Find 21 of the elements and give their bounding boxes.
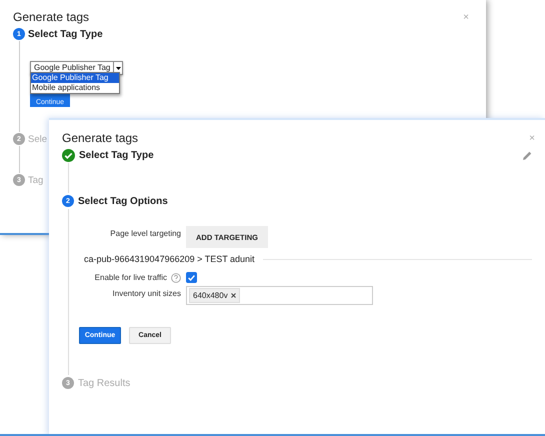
checkbox[interactable] — [186, 272, 197, 283]
dialog-title: Generate tags — [62, 131, 138, 145]
field-label: Enable for live traffic — [94, 273, 167, 282]
step-title: Tag — [28, 174, 44, 186]
pencil-icon[interactable] — [523, 150, 532, 160]
ad-unit-heading: ca-pub-9664319047966209 > TEST adunit — [84, 254, 255, 264]
size-chip: 640x480v — [189, 288, 240, 303]
step-title: Select Tag Type — [28, 28, 103, 40]
caret-icon — [116, 66, 121, 70]
field-label: Inventory unit sizes — [112, 289, 181, 298]
help-icon[interactable] — [171, 272, 181, 282]
field-label: Page level targeting — [110, 229, 181, 238]
step-title: Sele — [28, 134, 48, 144]
close-icon[interactable] — [230, 293, 236, 298]
step-title: Select Tag Type — [79, 150, 154, 160]
step-title: Select Tag Options — [78, 196, 168, 206]
dropdown-option[interactable]: Mobile applications — [31, 83, 119, 93]
input-field[interactable]: 640x480v — [186, 286, 373, 305]
step-title: Tag Results — [78, 378, 130, 388]
dropdown-option[interactable]: Google Publisher Tag — [31, 73, 119, 83]
dialog-title: Generate tags — [13, 10, 90, 24]
